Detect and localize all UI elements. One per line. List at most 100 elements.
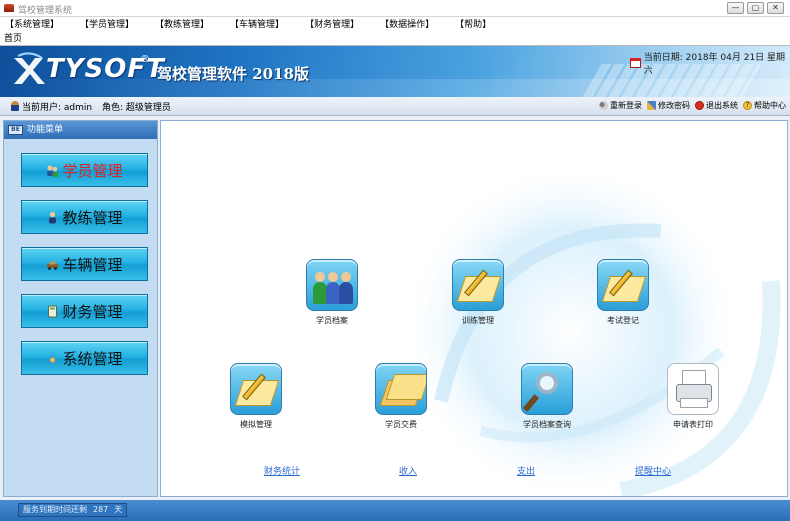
change-password-label: 修改密码 xyxy=(658,101,690,110)
restore-icon[interactable]: ▢ xyxy=(747,2,764,14)
help-center-button[interactable]: ? 帮助中心 xyxy=(743,100,786,111)
tile-student-payment[interactable]: 学员交费 xyxy=(346,363,456,430)
menu-help[interactable]: 【帮助】 xyxy=(455,17,491,33)
link-finance-stats[interactable]: 财务统计 xyxy=(264,464,300,477)
menu-bar: 【系统管理】 【学员管理】 【教练管理】 【车辆管理】 【财务管理】 【数据操作… xyxy=(0,17,790,33)
sidebar-item-label: 系统管理 xyxy=(62,349,123,368)
menu-data[interactable]: 【数据操作】 xyxy=(380,17,434,33)
person-green xyxy=(313,272,327,304)
menu-coaches[interactable]: 【教练管理】 xyxy=(155,17,209,33)
registered-mark: ® xyxy=(140,54,150,65)
tile-exam-registration[interactable]: 考试登记 xyxy=(568,259,678,326)
tile-label: 模拟管理 xyxy=(240,420,272,429)
tab-home[interactable]: 首页 xyxy=(4,33,22,46)
pencil-icon xyxy=(647,101,656,110)
sidebar-item-label: 教练管理 xyxy=(62,208,123,227)
relogin-button[interactable]: 重新登录 xyxy=(599,100,642,111)
tile-label: 考试登记 xyxy=(607,316,639,325)
menu-system[interactable]: 【系统管理】 xyxy=(5,17,59,33)
window-title: 驾校管理系统 xyxy=(18,6,73,16)
calculator-icon xyxy=(48,305,58,317)
calendar-icon xyxy=(630,58,641,68)
tile-label: 学员档案 xyxy=(316,316,348,325)
tile-label: 学员档案查询 xyxy=(523,420,571,429)
sidebar-item-label: 财务管理 xyxy=(62,302,123,321)
sidebar-header-label: 功能菜单 xyxy=(27,125,64,135)
help-center-label: 帮助中心 xyxy=(754,101,786,110)
menu-vehicles[interactable]: 【车辆管理】 xyxy=(230,17,284,33)
students-icon xyxy=(47,165,59,177)
payment-docs-icon xyxy=(375,363,427,415)
user-actions: 重新登录 修改密码 退出系统 ? 帮助中心 xyxy=(599,100,786,111)
sidebar-item-label: 学员管理 xyxy=(62,161,123,180)
exit-label: 退出系统 xyxy=(706,101,738,110)
sidebar-item-finance[interactable]: 财务管理 xyxy=(21,294,148,328)
minimize-icon[interactable]: — xyxy=(727,2,744,14)
link-reminder-center[interactable]: 提醒中心 xyxy=(635,464,671,477)
status-bar: 服务到期时间还剩 287 天 xyxy=(0,500,790,521)
tile-student-records[interactable]: 学员档案 xyxy=(277,259,387,326)
service-expiry-status: 服务到期时间还剩 287 天 xyxy=(18,503,128,517)
main-panel: 学员档案 训练管理 考试登记 模拟管理 学员交费 学员档案查询 申请表打印 财务… xyxy=(160,120,788,497)
sidebar-header: BE 功能菜单 xyxy=(4,121,157,139)
tile-simulation[interactable]: 模拟管理 xyxy=(201,363,311,430)
status-label: 服务到期时间还剩 xyxy=(23,505,87,514)
users-icon xyxy=(599,101,608,110)
tab-strip: 首页 xyxy=(0,33,790,46)
current-user: 当前用户: admin xyxy=(22,103,93,113)
sidebar-item-students[interactable]: 学员管理 xyxy=(21,153,148,187)
function-menu-sidebar: BE 功能菜单 学员管理 教练管理 车辆管理 财务管理 系统管理 xyxy=(3,120,158,497)
user-icon xyxy=(11,101,19,111)
window-controls: — ▢ ✕ xyxy=(727,2,784,14)
tysoft-logo-icon xyxy=(14,52,45,84)
link-expense[interactable]: 支出 xyxy=(517,464,535,477)
sidebar-item-label: 车辆管理 xyxy=(62,255,123,274)
menu-badge-icon: BE xyxy=(8,125,23,135)
sidebar-item-system[interactable]: 系统管理 xyxy=(21,341,148,375)
pencil-paper-icon xyxy=(452,259,504,311)
printer-icon xyxy=(667,363,719,415)
menu-students[interactable]: 【学员管理】 xyxy=(80,17,134,33)
exit-button[interactable]: 退出系统 xyxy=(695,100,738,111)
tile-training[interactable]: 训练管理 xyxy=(423,259,533,326)
close-icon[interactable]: ✕ xyxy=(767,2,784,14)
user-bar: 当前用户: admin 角色: 超级管理员 重新登录 修改密码 退出系统 ? 帮… xyxy=(0,97,790,116)
exit-icon xyxy=(695,101,704,110)
background-swirl xyxy=(401,161,781,496)
system-icon xyxy=(47,353,59,363)
date-text: 当前日期: 2018年 04月 21日 星期六 xyxy=(643,53,786,76)
people-icon xyxy=(306,259,358,311)
app-window: 驾校管理系统 — ▢ ✕ 【系统管理】 【学员管理】 【教练管理】 【车辆管理】… xyxy=(0,0,790,521)
pencil-paper-icon xyxy=(230,363,282,415)
tile-label: 申请表打印 xyxy=(673,420,713,429)
person-navy xyxy=(339,272,353,304)
status-days: 287 xyxy=(93,505,109,514)
relogin-label: 重新登录 xyxy=(610,101,642,110)
tile-application-print[interactable]: 申请表打印 xyxy=(638,363,748,430)
tile-record-query[interactable]: 学员档案查询 xyxy=(492,363,602,430)
magnifier-handle xyxy=(522,394,540,412)
app-car-icon xyxy=(4,4,14,12)
menu-finance[interactable]: 【财务管理】 xyxy=(305,17,359,33)
magnifier-lens xyxy=(536,372,558,394)
tile-label: 学员交费 xyxy=(385,420,417,429)
change-password-button[interactable]: 修改密码 xyxy=(647,100,690,111)
current-date: 当前日期: 2018年 04月 21日 星期六 xyxy=(630,50,790,76)
tile-label: 训练管理 xyxy=(462,316,494,325)
car-icon xyxy=(47,261,59,270)
help-icon: ? xyxy=(743,101,752,110)
sidebar-item-vehicles[interactable]: 车辆管理 xyxy=(21,247,148,281)
current-role: 角色: 超级管理员 xyxy=(102,103,171,113)
person-blue xyxy=(326,272,340,304)
title-bar: 驾校管理系统 — ▢ ✕ xyxy=(0,0,790,17)
coach-icon xyxy=(49,211,57,223)
product-title: 驾校管理软件 2018版 xyxy=(157,65,309,83)
sidebar-item-coaches[interactable]: 教练管理 xyxy=(21,200,148,234)
magnifier-icon xyxy=(521,363,573,415)
printer-output xyxy=(680,398,708,408)
status-unit: 天 xyxy=(114,505,123,514)
header-banner: TYSOFT ® 驾校管理软件 2018版 当前日期: 2018年 04月 21… xyxy=(0,46,790,97)
link-income[interactable]: 收入 xyxy=(399,464,417,477)
doc-shape xyxy=(385,374,426,400)
pencil-paper-icon xyxy=(597,259,649,311)
